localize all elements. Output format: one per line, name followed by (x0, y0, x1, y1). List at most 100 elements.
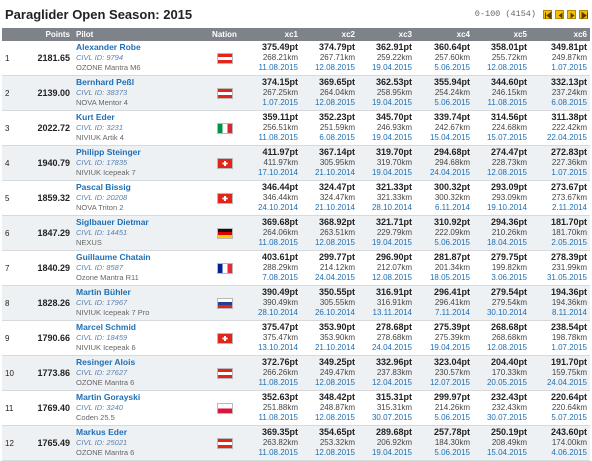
xc-flight-cell[interactable]: 300.32pt 300.32km 6.11.2014 (415, 180, 473, 216)
flight-date-link[interactable]: 21.10.2014 (304, 203, 355, 214)
xc-flight-cell[interactable]: 310.92pt 222.09km 5.06.2015 (415, 215, 473, 251)
flight-date-link[interactable]: 13.10.2014 (247, 343, 298, 354)
flight-date-link[interactable]: 31.05.2015 (533, 273, 587, 284)
civl-id-value[interactable]: 20208 (106, 193, 127, 202)
flight-date-link[interactable]: 1.07.2015 (533, 168, 587, 179)
xc-flight-cell[interactable]: 220.64pt 220.64km 5.07.2015 (530, 390, 590, 426)
flight-date-link[interactable]: 11.08.2015 (247, 448, 298, 459)
flight-date-link[interactable]: 7.11.2014 (418, 308, 470, 319)
xc-flight-cell[interactable]: 311.38pt 222.42km 22.04.2015 (530, 110, 590, 146)
flight-date-link[interactable]: 28.10.2014 (247, 308, 298, 319)
xc5-column-header[interactable]: xc5 (473, 28, 530, 41)
xc-flight-cell[interactable]: 390.49pt 390.49km 28.10.2014 (244, 285, 301, 321)
xc-flight-cell[interactable]: 403.61pt 288.29km 7.08.2015 (244, 250, 301, 286)
civl-id-value[interactable]: 14451 (106, 228, 127, 237)
xc-flight-cell[interactable]: 299.77pt 214.12km 24.04.2015 (301, 250, 358, 286)
civl-id-value[interactable]: 25021 (106, 438, 127, 447)
civl-id-value[interactable]: 27627 (106, 368, 127, 377)
xc-flight-cell[interactable]: 315.31pt 315.31km 30.07.2015 (358, 390, 415, 426)
xc-flight-cell[interactable]: 319.70pt 319.70km 19.04.2015 (358, 145, 415, 181)
flight-date-link[interactable]: 12.08.2015 (304, 448, 355, 459)
flight-date-link[interactable]: 19.10.2014 (476, 203, 527, 214)
xc-flight-cell[interactable]: 250.19pt 208.49km 15.04.2015 (473, 425, 530, 461)
xc-flight-cell[interactable]: 181.70pt 181.70km 2.05.2015 (530, 215, 590, 251)
flight-date-link[interactable]: 12.08.2015 (361, 273, 412, 284)
flight-date-link[interactable]: 30.07.2015 (361, 413, 412, 424)
xc-flight-cell[interactable]: 374.15pt 267.25km 1.07.2015 (244, 75, 301, 111)
civl-id-value[interactable]: 17967 (106, 298, 127, 307)
flight-date-link[interactable]: 19.04.2015 (361, 238, 412, 249)
flight-date-link[interactable]: 12.08.2015 (476, 168, 527, 179)
xc-flight-cell[interactable]: 296.90pt 212.07km 12.08.2015 (358, 250, 415, 286)
xc-flight-cell[interactable]: 372.76pt 266.26km 11.08.2015 (244, 355, 301, 391)
xc-flight-cell[interactable]: 273.67pt 273.67km 2.11.2014 (530, 180, 590, 216)
xc-flight-cell[interactable]: 321.71pt 229.79km 19.04.2015 (358, 215, 415, 251)
pilot-name-link[interactable]: Pascal Bissig (76, 182, 202, 193)
flight-date-link[interactable]: 8.11.2014 (533, 308, 587, 319)
flight-date-link[interactable]: 11.08.2015 (247, 133, 298, 144)
flight-date-link[interactable]: 5.07.2015 (533, 413, 587, 424)
pilot-column-header[interactable]: Pilot (73, 28, 205, 41)
xc-flight-cell[interactable]: 279.54pt 279.54km 30.10.2014 (473, 285, 530, 321)
pilot-name-link[interactable]: Marcel Schmid (76, 322, 202, 333)
flight-date-link[interactable]: 15.07.2015 (476, 133, 527, 144)
xc-flight-cell[interactable]: 268.68pt 268.68km 12.08.2015 (473, 320, 530, 356)
xc-flight-cell[interactable]: 314.56pt 224.68km 15.07.2015 (473, 110, 530, 146)
xc-flight-cell[interactable]: 368.92pt 263.51km 12.08.2015 (301, 215, 358, 251)
xc2-column-header[interactable]: xc2 (301, 28, 358, 41)
flight-date-link[interactable]: 12.08.2015 (304, 63, 355, 74)
flight-date-link[interactable]: 1.07.2015 (247, 98, 298, 109)
xc-flight-cell[interactable]: 369.68pt 264.06km 11.08.2015 (244, 215, 301, 251)
flight-date-link[interactable]: 12.08.2015 (304, 378, 355, 389)
flight-date-link[interactable]: 1.07.2015 (533, 63, 587, 74)
xc-flight-cell[interactable]: 321.33pt 321.33km 28.10.2014 (358, 180, 415, 216)
xc-flight-cell[interactable]: 375.49pt 268.21km 11.08.2015 (244, 41, 301, 76)
flight-date-link[interactable]: 4.06.2015 (533, 448, 587, 459)
pilot-name-link[interactable]: Philipp Steinger (76, 147, 202, 158)
flight-date-link[interactable]: 7.08.2015 (247, 273, 298, 284)
flight-date-link[interactable]: 19.04.2015 (361, 448, 412, 459)
flight-date-link[interactable]: 15.04.2015 (476, 448, 527, 459)
flight-date-link[interactable]: 12.08.2015 (476, 343, 527, 354)
xc-flight-cell[interactable]: 238.54pt 198.78km 1.07.2015 (530, 320, 590, 356)
flight-date-link[interactable]: 24.10.2014 (247, 203, 298, 214)
xc-flight-cell[interactable]: 349.25pt 249.47km 12.08.2015 (301, 355, 358, 391)
xc-flight-cell[interactable]: 294.68pt 294.68km 24.04.2015 (415, 145, 473, 181)
xc-flight-cell[interactable]: 274.47pt 228.73km 12.08.2015 (473, 145, 530, 181)
xc-flight-cell[interactable]: 243.60pt 174.00km 4.06.2015 (530, 425, 590, 461)
xc-flight-cell[interactable]: 369.65pt 264.04km 12.08.2015 (301, 75, 358, 111)
xc6-column-header[interactable]: xc6 (530, 28, 590, 41)
flight-date-link[interactable]: 5.06.2015 (418, 413, 470, 424)
xc-flight-cell[interactable]: 362.53pt 258.95km 19.04.2015 (358, 75, 415, 111)
flight-date-link[interactable]: 11.08.2015 (476, 98, 527, 109)
xc-flight-cell[interactable]: 332.13pt 237.24km 6.08.2015 (530, 75, 590, 111)
civl-id-value[interactable]: 38373 (106, 88, 127, 97)
civl-id-value[interactable]: 3231 (106, 123, 123, 132)
flight-date-link[interactable]: 24.04.2015 (304, 273, 355, 284)
flight-date-link[interactable]: 2.05.2015 (533, 238, 587, 249)
flight-date-link[interactable]: 19.04.2015 (361, 63, 412, 74)
flight-date-link[interactable]: 5.06.2015 (418, 63, 470, 74)
pilot-name-link[interactable]: Martin Bühler (76, 287, 202, 298)
xc-flight-cell[interactable]: 289.68pt 206.92km 19.04.2015 (358, 425, 415, 461)
pilot-name-link[interactable]: Siglbauer Dietmar (76, 217, 202, 228)
nation-column-header[interactable]: Nation (205, 28, 244, 41)
flight-date-link[interactable]: 12.04.2015 (361, 378, 412, 389)
flight-date-link[interactable]: 30.10.2014 (476, 308, 527, 319)
xc-flight-cell[interactable]: 354.65pt 253.32km 12.08.2015 (301, 425, 358, 461)
xc-flight-cell[interactable]: 367.14pt 305.95km 21.10.2014 (301, 145, 358, 181)
xc-flight-cell[interactable]: 345.70pt 246.93km 19.04.2015 (358, 110, 415, 146)
xc-flight-cell[interactable]: 275.39pt 275.39km 19.04.2015 (415, 320, 473, 356)
flight-date-link[interactable]: 1.07.2015 (533, 343, 587, 354)
xc-flight-cell[interactable]: 281.87pt 201.34km 18.05.2015 (415, 250, 473, 286)
flight-date-link[interactable]: 19.04.2015 (361, 133, 412, 144)
xc-flight-cell[interactable]: 355.94pt 254.24km 5.06.2015 (415, 75, 473, 111)
flight-date-link[interactable]: 11.08.2015 (247, 413, 298, 424)
flight-date-link[interactable]: 17.10.2014 (247, 168, 298, 179)
points-column-header[interactable]: Points (28, 28, 73, 41)
previous-page-icon[interactable] (555, 9, 564, 19)
flight-date-link[interactable]: 11.08.2015 (247, 378, 298, 389)
xc-flight-cell[interactable]: 299.97pt 214.26km 5.06.2015 (415, 390, 473, 426)
civl-id-value[interactable]: 8587 (106, 263, 123, 272)
pilot-name-link[interactable]: Markus Eder (76, 427, 202, 438)
